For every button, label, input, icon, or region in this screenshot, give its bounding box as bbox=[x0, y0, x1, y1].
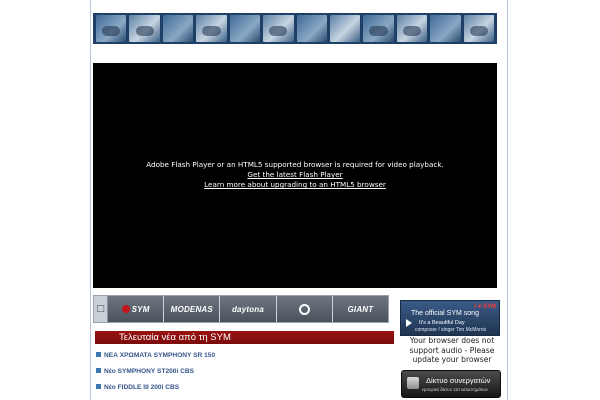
banner-photo bbox=[430, 15, 461, 42]
bullet-icon bbox=[96, 368, 101, 373]
audio-fallback-message: Your browser does not support audio - Pl… bbox=[409, 336, 495, 364]
news-item[interactable]: Νέο FIDDLE III 200i CBS bbox=[96, 384, 179, 391]
video-player[interactable]: Adobe Flash Player or an HTML5 supported… bbox=[93, 63, 497, 288]
dealer-network-button[interactable]: Δίκτυο συνεργατών εμπορικό δίκτυο 110 κα… bbox=[401, 370, 501, 398]
song-credit: composer / singer Tim McMorris bbox=[415, 327, 487, 333]
page-border-left bbox=[90, 0, 91, 400]
banner-photo bbox=[463, 15, 495, 42]
banner-photo bbox=[196, 15, 227, 42]
html5-info-link[interactable]: Learn more about upgrading to an HTML5 b… bbox=[93, 180, 497, 190]
banner-photo bbox=[229, 15, 261, 42]
song-track: It's a Beautiful Day bbox=[419, 320, 465, 326]
banner-photo bbox=[296, 15, 327, 42]
dealer-network-label: Δίκτυο συνεργατών bbox=[426, 376, 491, 385]
store-icon bbox=[407, 377, 419, 389]
banner-photo bbox=[263, 15, 294, 42]
flash-required-text: Adobe Flash Player or an HTML5 supported… bbox=[146, 160, 444, 169]
banner-photo bbox=[129, 15, 160, 42]
brand-label: SYM bbox=[131, 304, 150, 314]
player-fallback-message: Adobe Flash Player or an HTML5 supported… bbox=[93, 160, 497, 190]
news-header: Τελευταία νέα από τη SYM bbox=[95, 331, 394, 344]
brand-label: daytona bbox=[231, 304, 265, 314]
banner-photo bbox=[396, 15, 428, 42]
brand-modenas[interactable]: MODENAS bbox=[164, 296, 221, 322]
sym-logo-icon bbox=[121, 305, 130, 313]
brand-quadro[interactable] bbox=[276, 296, 333, 322]
song-title: The official SYM song bbox=[411, 310, 479, 317]
brand-label: MODENAS bbox=[170, 304, 213, 314]
news-item-label: Νέο FIDDLE III 200i CBS bbox=[104, 384, 180, 391]
brand-sym[interactable]: SYM bbox=[108, 296, 165, 322]
play-icon bbox=[406, 319, 412, 327]
banner-photo bbox=[162, 15, 194, 42]
news-item[interactable]: Νέο SYMPHONY ST200i CBS bbox=[96, 368, 194, 375]
banner-photo bbox=[96, 15, 127, 42]
news-item-label: ΝΕΑ ΧΡΩΜΑΤΑ SYMPHONY SR 150 bbox=[104, 352, 216, 359]
brand-daytona[interactable]: daytona bbox=[220, 296, 277, 322]
dealer-network-sublabel: εμπορικό δίκτυο 110 καταστημάτων bbox=[422, 387, 488, 392]
lock-icon: □ bbox=[94, 296, 108, 322]
news-item[interactable]: ΝΕΑ ΧΡΩΜΑΤΑ SYMPHONY SR 150 bbox=[96, 352, 215, 359]
banner-photo bbox=[329, 15, 361, 42]
quadro-logo-icon bbox=[298, 303, 310, 315]
bullet-icon bbox=[96, 384, 101, 389]
brand-label: GIANT bbox=[347, 304, 374, 314]
bullet-icon bbox=[96, 352, 101, 357]
brand-bar: □ SYM MODENAS daytona GIANT bbox=[93, 295, 389, 323]
header-photo-banner bbox=[93, 13, 497, 44]
news-item-label: Νέο SYMPHONY ST200i CBS bbox=[104, 368, 195, 375]
get-flash-link[interactable]: Get the latest Flash Player bbox=[93, 170, 497, 180]
official-song-banner[interactable]: I ♥ SYM The official SYM song It's a Bea… bbox=[400, 300, 500, 336]
brand-giant[interactable]: GIANT bbox=[332, 296, 389, 322]
banner-photo bbox=[363, 15, 394, 42]
